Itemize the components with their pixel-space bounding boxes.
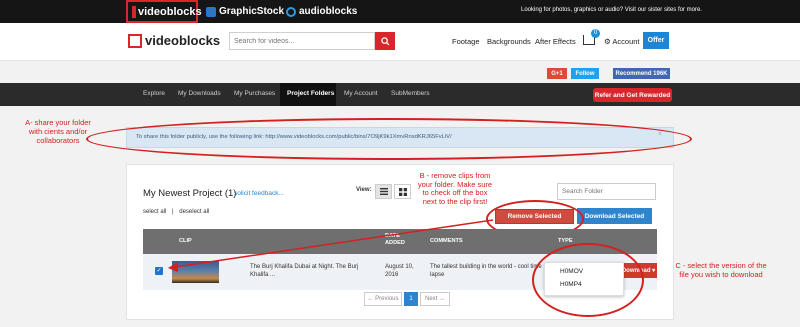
page-1-button[interactable]: 1: [404, 292, 418, 306]
previous-page-button[interactable]: ← Previous: [364, 292, 402, 306]
arrow-head-icon: [168, 262, 178, 272]
annotation-b-arrow: [174, 219, 494, 268]
next-page-button[interactable]: Next →: [420, 292, 450, 306]
annotation-arrows: [168, 219, 494, 272]
